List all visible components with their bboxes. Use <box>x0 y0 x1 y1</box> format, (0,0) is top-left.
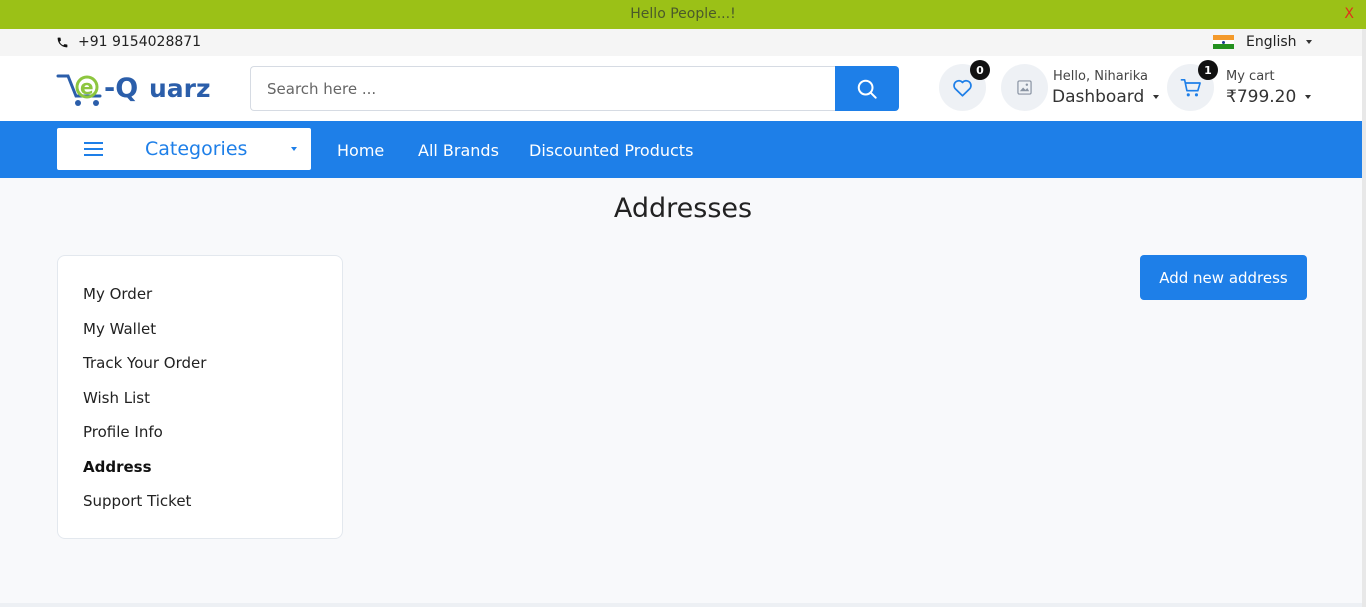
categories-label: Categories <box>145 138 248 160</box>
search-bar <box>250 66 899 111</box>
india-flag-icon <box>1213 35 1234 50</box>
cart-icon <box>1180 78 1201 96</box>
nav-link-discounted-products[interactable]: Discounted Products <box>529 141 693 160</box>
chevron-down-icon <box>1305 40 1312 44</box>
cart-label: My cart <box>1226 69 1275 84</box>
logo-graphic: e -Q uarz <box>56 73 211 106</box>
chevron-down-icon <box>291 147 297 151</box>
cart-count-badge: 1 <box>1198 60 1218 80</box>
phone-icon <box>57 37 68 47</box>
add-new-address-button[interactable]: Add new address <box>1140 255 1307 300</box>
hamburger-icon <box>84 142 103 160</box>
svg-text:e: e <box>80 75 94 99</box>
top-bar: +91 9154028871 English <box>0 29 1366 56</box>
image-placeholder-icon <box>1017 80 1032 95</box>
search-button[interactable] <box>835 66 899 111</box>
heart-icon <box>953 79 972 97</box>
phone-contact[interactable]: +91 9154028871 <box>56 34 201 50</box>
language-selector[interactable]: English <box>1213 34 1312 50</box>
nav-link-home[interactable]: Home <box>337 141 384 160</box>
account-greeting: Hello, Niharika <box>1053 69 1148 84</box>
sidebar-item-wish-list[interactable]: Wish List <box>83 389 150 407</box>
scrollbar[interactable] <box>1362 29 1366 607</box>
svg-text:uarz: uarz <box>149 74 211 103</box>
search-icon <box>857 79 877 99</box>
language-label: English <box>1246 34 1297 50</box>
announcement-text: Hello People...! <box>630 6 736 22</box>
main-navigation: Categories Home All Brands Discounted Pr… <box>0 121 1362 178</box>
svg-text:-Q: -Q <box>104 73 138 104</box>
dashboard-label: Dashboard <box>1052 87 1145 107</box>
site-logo[interactable]: e -Q uarz <box>56 66 216 110</box>
sidebar-item-my-wallet[interactable]: My Wallet <box>83 320 156 338</box>
cart-total: ₹799.20 <box>1226 87 1297 107</box>
categories-dropdown[interactable]: Categories <box>57 128 311 170</box>
cart-total-dropdown[interactable]: ₹799.20 <box>1226 87 1312 107</box>
sidebar-item-address[interactable]: Address <box>83 458 152 476</box>
phone-number: +91 9154028871 <box>78 34 202 50</box>
sidebar-item-support-ticket[interactable]: Support Ticket <box>83 492 191 510</box>
dashboard-dropdown[interactable]: Dashboard <box>1052 87 1160 107</box>
sidebar-item-track-order[interactable]: Track Your Order <box>83 354 206 372</box>
chevron-down-icon <box>1305 95 1312 99</box>
header: e -Q uarz 0 Hello, Niharika Dashboard 1 … <box>0 56 1366 121</box>
wishlist-count-badge: 0 <box>970 60 990 80</box>
search-input[interactable] <box>250 66 836 111</box>
announcement-close-button[interactable]: X <box>1344 6 1354 22</box>
announcement-bar: Hello People...! X <box>0 0 1366 29</box>
chevron-down-icon <box>1153 95 1160 99</box>
avatar[interactable] <box>1001 64 1048 111</box>
account-sidebar: My Order My Wallet Track Your Order Wish… <box>57 255 343 539</box>
page-title: Addresses <box>613 193 753 224</box>
sidebar-item-profile-info[interactable]: Profile Info <box>83 423 163 441</box>
sidebar-item-my-order[interactable]: My Order <box>83 285 152 303</box>
footer-divider <box>0 603 1362 607</box>
nav-link-all-brands[interactable]: All Brands <box>418 141 499 160</box>
